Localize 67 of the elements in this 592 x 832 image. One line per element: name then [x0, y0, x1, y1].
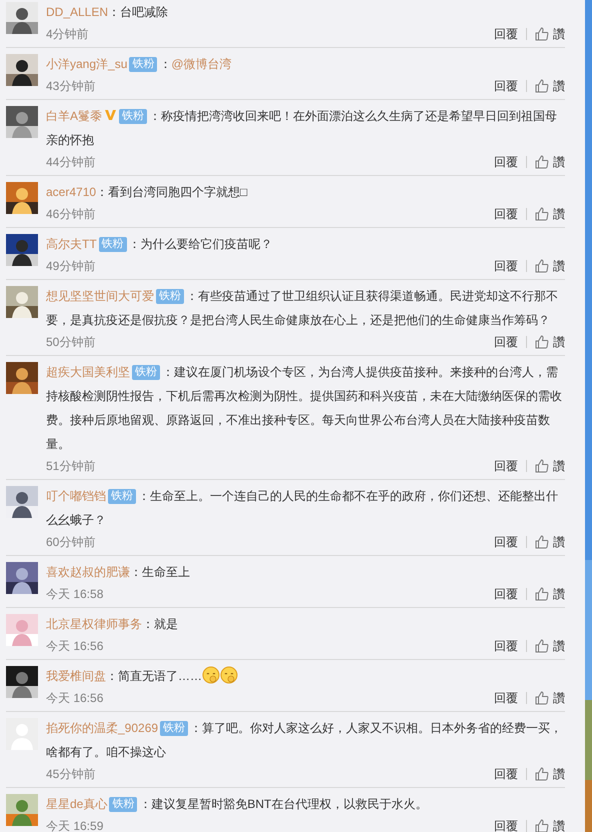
reply-link[interactable]: 回覆	[494, 636, 518, 656]
reply-link[interactable]: 回覆	[494, 152, 518, 172]
reply-link[interactable]: 回覆	[494, 204, 518, 224]
thumbs-up-icon[interactable]	[535, 587, 549, 601]
comment-text: 高尔夫TT 铁粉 ：为什么要给它们疫苗呢？	[46, 236, 274, 254]
comment-text: 想见坚坚世间大可爱 铁粉 ：有些疫苗通过了世卫组织认证且获得渠道畅通。民进党却这不行那不要，是真抗疫还是假抗疫？是把台湾人民生命健康放在心上，还是把他们的生命健康当作筹码？	[46, 288, 559, 329]
comment-time: 51分钟前	[46, 458, 96, 475]
comment-text: 超疾大国美利坚 铁粉 ：建议在厦门机场设个专区，为台湾人提供疫苗接种。来接种的台湾人，需持核酸检测阴性报告，下机后需再次检测为阴性。提供国药和科兴疫苗，未在大陆缴纳医保的需收费。接种后原地留观、原路返回，不准出接种专区。每天向世界公布台湾人员在大陆接种疫苗数量。	[46, 364, 563, 453]
comment-text: 小洋yang洋_su 铁粉 ：@微博台湾	[46, 56, 233, 74]
thumbs-up-icon[interactable]	[535, 79, 549, 93]
thumbs-up-icon[interactable]	[535, 207, 549, 221]
reply-link[interactable]: 回覆	[494, 76, 518, 96]
comment-text: DD_ALLEN：台吧减除	[46, 4, 170, 21]
reply-link[interactable]: 回覆	[494, 688, 518, 708]
comment-time: 44分钟前	[46, 154, 96, 171]
thumbs-up-icon[interactable]	[535, 27, 549, 41]
like-link[interactable]: 讚	[553, 256, 565, 276]
like-link[interactable]: 讚	[553, 332, 565, 352]
like-link[interactable]: 讚	[553, 456, 565, 476]
emoji-icon	[220, 666, 238, 684]
reply-link[interactable]: 回覆	[494, 456, 518, 476]
like-link[interactable]: 讚	[553, 76, 565, 96]
like-link[interactable]: 讚	[553, 816, 565, 832]
reply-link[interactable]: 回覆	[494, 256, 518, 276]
comment-time: 49分钟前	[46, 258, 96, 275]
like-link[interactable]: 讚	[553, 764, 565, 784]
comment-text: acer4710：看到台湾同胞四个字就想□	[46, 184, 248, 201]
comment-time: 46分钟前	[46, 206, 96, 223]
comment-time: 45分钟前	[46, 766, 96, 783]
thumbs-up-icon[interactable]	[535, 459, 549, 473]
like-link[interactable]: 讚	[553, 636, 565, 656]
comment-text: 掐死你的温柔_90269 铁粉 ：算了吧。你对人家这么好，人家又不识相。日本外务省的经费一买，啥都有了。咱不操这心	[46, 720, 564, 761]
like-link[interactable]: 讚	[553, 532, 565, 552]
comment-time: 今天 16:58	[46, 586, 104, 603]
comment-text: 喜欢赵叔的肥谦：生命至上	[46, 564, 191, 581]
thumbs-up-icon[interactable]	[535, 691, 549, 705]
thumbs-up-icon[interactable]	[535, 819, 549, 832]
reply-link[interactable]: 回覆	[494, 816, 518, 832]
like-link[interactable]: 讚	[553, 204, 565, 224]
comment-text: 星星de真心 铁粉 ：建议复星暂时豁免BNT在台代理权，以救民于水火。	[46, 796, 428, 814]
thumbs-up-icon[interactable]	[535, 639, 549, 653]
reply-link[interactable]: 回覆	[494, 332, 518, 352]
emoji-icon	[202, 666, 220, 684]
like-link[interactable]: 讚	[553, 688, 565, 708]
thumbs-up-icon[interactable]	[535, 335, 549, 349]
thumbs-up-icon[interactable]	[535, 535, 549, 549]
like-link[interactable]: 讚	[553, 24, 565, 44]
thumbs-up-icon[interactable]	[535, 259, 549, 273]
comment-time: 4分钟前	[46, 26, 90, 43]
comment-time: 43分钟前	[46, 78, 96, 95]
like-link[interactable]: 讚	[553, 584, 565, 604]
comment-time: 60分钟前	[46, 534, 96, 551]
reply-link[interactable]: 回覆	[494, 764, 518, 784]
comment-time: 今天 16:56	[46, 638, 104, 655]
comment-time: 今天 16:56	[46, 690, 104, 707]
reply-link[interactable]: 回覆	[494, 584, 518, 604]
comment-time: 今天 16:59	[46, 818, 104, 832]
comment-time: 50分钟前	[46, 334, 96, 351]
reply-link[interactable]: 回覆	[494, 532, 518, 552]
like-link[interactable]: 讚	[553, 152, 565, 172]
comment-text: 叮个嘟铛铛 铁粉 ：生命至上。一个连自己的人民的生命都不在乎的政府，你们还想、还能整出什么幺蛾子？	[46, 488, 559, 529]
thumbs-up-icon[interactable]	[535, 155, 549, 169]
thumbs-up-icon[interactable]	[535, 767, 549, 781]
comment-text: 我爱椎间盘：简直无语了……	[46, 664, 565, 688]
reply-link[interactable]: 回覆	[494, 24, 518, 44]
comment-text: 北京星权律师事务：就是	[46, 616, 179, 633]
comment-text: 白羊A鬘黍 铁粉 ：称疫情把湾湾收回来吧！在外面漂泊这么久生病了还是希望早日回到祖国母亲的怀抱	[46, 108, 558, 149]
